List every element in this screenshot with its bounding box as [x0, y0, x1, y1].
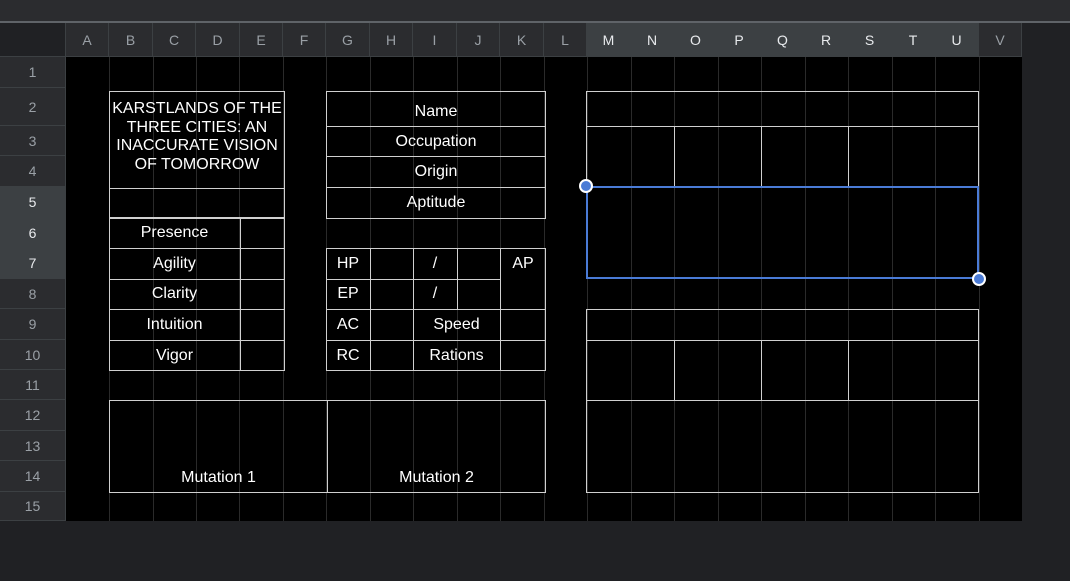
select-all-corner[interactable] [0, 23, 66, 57]
column-header-d[interactable]: D [196, 23, 240, 57]
attr-intuition-label: Intuition [146, 316, 203, 333]
column-header-k[interactable]: K [500, 23, 544, 57]
column-header-g[interactable]: G [326, 23, 370, 57]
right-row-line [586, 126, 979, 127]
name-label: Name [414, 102, 458, 120]
selection-handle-end[interactable] [972, 272, 986, 286]
row-header-8[interactable]: 8 [0, 279, 66, 309]
ac-label: AC [336, 316, 360, 333]
rations-label: Rations [429, 346, 484, 364]
row-header-13[interactable]: 13 [0, 431, 66, 461]
row-header-4[interactable]: 4 [0, 156, 66, 187]
mutation-2-label: Mutation 2 [399, 469, 474, 486]
column-header-t[interactable]: T [892, 23, 935, 57]
column-header-c[interactable]: C [153, 23, 196, 57]
selection-range[interactable] [586, 186, 979, 279]
row-header-10[interactable]: 10 [0, 340, 66, 370]
column-header-b[interactable]: B [109, 23, 153, 57]
hp-slash: / [432, 255, 438, 272]
speed-label: Speed [433, 316, 480, 333]
right-col-line [848, 126, 849, 187]
column-header-j[interactable]: J [457, 23, 500, 57]
row-header-11[interactable]: 11 [0, 370, 66, 400]
column-header-f[interactable]: F [283, 23, 326, 57]
sheet-title: KARSTLANDS OF THE THREE CITIES: AN INACC… [112, 100, 282, 173]
origin-label: Origin [414, 163, 458, 180]
column-header-o[interactable]: O [674, 23, 718, 57]
ep-slash: / [432, 285, 438, 302]
column-header-v[interactable]: V [979, 23, 1022, 57]
column-header-p[interactable]: P [718, 23, 761, 57]
ap-label: AP [512, 255, 534, 272]
attr-vigor-label: Vigor [155, 346, 194, 364]
right-col-line [674, 340, 675, 401]
right-col-line [761, 340, 762, 401]
gridline-vertical [979, 57, 980, 521]
row-header-1[interactable]: 1 [0, 57, 66, 88]
column-header-i[interactable]: I [413, 23, 457, 57]
column-header-l[interactable]: L [544, 23, 587, 57]
right-row-line [586, 340, 979, 341]
row-header-6[interactable]: 6 [0, 218, 66, 248]
column-header-m[interactable]: M [587, 23, 631, 57]
title-footer-cell[interactable] [109, 188, 285, 218]
mutation-1-label: Mutation 1 [181, 469, 256, 486]
column-header-u[interactable]: U [935, 23, 979, 57]
row-header-5[interactable]: 5 [0, 187, 66, 218]
row-header-3[interactable]: 3 [0, 126, 66, 156]
ep-label: EP [337, 285, 359, 302]
hp-label: HP [336, 255, 360, 272]
right-lower-box[interactable] [586, 309, 979, 493]
right-header-box[interactable] [586, 91, 979, 187]
selection-handle-start[interactable] [579, 179, 593, 193]
attr-presence-label: Presence [140, 224, 209, 241]
right-col-line [674, 126, 675, 187]
row-header-12[interactable]: 12 [0, 400, 66, 431]
attr-clarity-label: Clarity [151, 285, 198, 302]
rc-label: RC [336, 346, 360, 364]
occupation-label: Occupation [395, 132, 477, 150]
column-header-a[interactable]: A [66, 23, 109, 57]
right-col-line [848, 340, 849, 401]
toolbar-strip [0, 0, 1070, 21]
row-header-7[interactable]: 7 [0, 248, 66, 279]
stats-col-line [457, 248, 458, 309]
column-header-e[interactable]: E [240, 23, 283, 57]
row-header-15[interactable]: 15 [0, 492, 66, 521]
column-header-q[interactable]: Q [761, 23, 805, 57]
row-header-9[interactable]: 9 [0, 309, 66, 340]
row-header-14[interactable]: 14 [0, 461, 66, 492]
row-header-2[interactable]: 2 [0, 88, 66, 126]
column-header-s[interactable]: S [848, 23, 892, 57]
column-header-n[interactable]: N [631, 23, 674, 57]
stats-col-line [370, 248, 371, 371]
column-header-r[interactable]: R [805, 23, 848, 57]
attributes-divider [240, 218, 241, 371]
right-row-line [586, 400, 979, 401]
attr-agility-label: Agility [153, 255, 196, 272]
column-header-h[interactable]: H [370, 23, 413, 57]
right-col-line [761, 126, 762, 187]
aptitude-label: Aptitude [406, 194, 466, 211]
